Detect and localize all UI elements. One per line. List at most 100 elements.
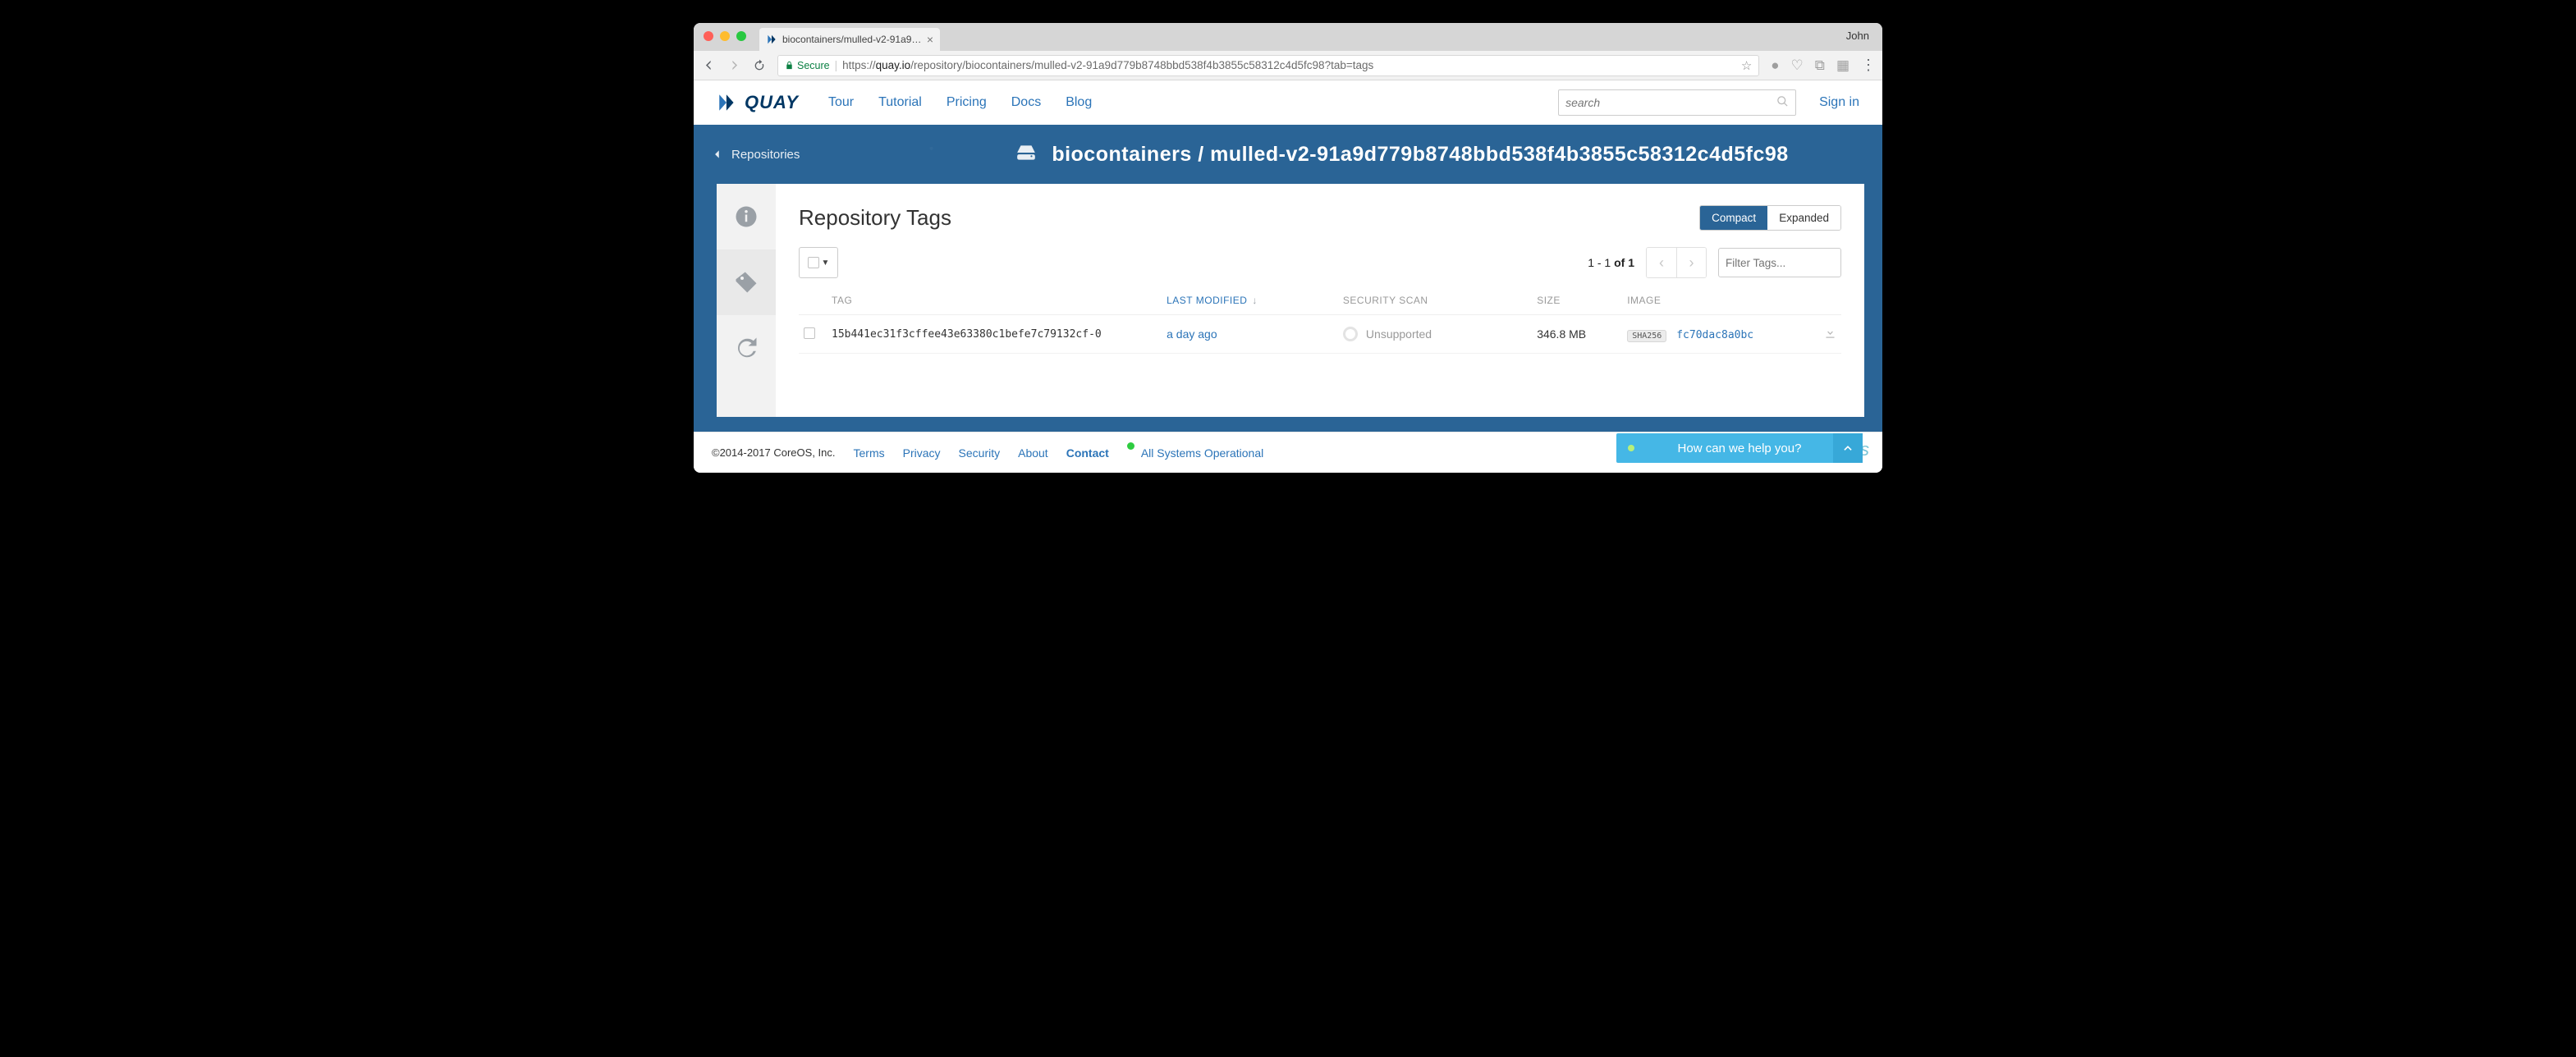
nav-links: Tour Tutorial Pricing Docs Blog [828,95,1092,110]
quay-logo[interactable]: QUAY [717,92,799,113]
tag-modified: a day ago [1167,327,1343,341]
table-row: 15b441ec31f3cffee43e63380c1befe7c79132cf… [799,315,1841,354]
minimize-window-button[interactable] [720,31,730,41]
tag-scan: Unsupported [1343,327,1537,341]
tag-size: 346.8 MB [1537,327,1627,341]
extension-box-icon[interactable]: ⧉ [1815,57,1825,74]
sha-label: SHA256 [1627,330,1666,342]
site-header: QUAY Tour Tutorial Pricing Docs Blog Sig… [694,80,1882,125]
view-expanded-button[interactable]: Expanded [1767,206,1840,230]
col-last-modified[interactable]: LAST MODIFIED↓ [1167,295,1343,306]
tab-info[interactable] [717,184,776,249]
col-image[interactable]: IMAGE [1627,295,1804,306]
org-name[interactable]: biocontainers [1052,143,1191,166]
copyright: ©2014-2017 CoreOS, Inc. [712,446,836,459]
extension-dot-icon[interactable]: ● [1771,57,1779,74]
search-input[interactable] [1565,96,1776,109]
footer-link-terms[interactable]: Terms [854,446,885,460]
page-content: QUAY Tour Tutorial Pricing Docs Blog Sig… [694,80,1882,473]
row-checkbox[interactable] [804,327,815,339]
prev-page-button: ‹ [1647,248,1676,277]
secure-label: Secure [797,60,830,71]
reload-button[interactable] [753,59,766,72]
status-dot-icon [1127,442,1134,450]
close-window-button[interactable] [704,31,713,41]
select-all-dropdown[interactable]: ▼ [799,247,838,278]
view-toggle: Compact Expanded [1699,205,1841,231]
tab-title: biocontainers/mulled-v2-91a9… [782,34,922,45]
footer-links: Terms Privacy Security About Contact [854,446,1109,460]
brand-text: QUAY [745,92,799,113]
nav-link-pricing[interactable]: Pricing [947,95,987,110]
site-search[interactable] [1558,89,1796,116]
secure-indicator: Secure [785,60,830,71]
tag-image: SHA256 fc70dac8a0bc [1627,327,1804,341]
status-text: All Systems Operational [1141,446,1263,460]
pagination-label: 1 - 1 of 1 [1588,256,1634,269]
tab-history[interactable] [717,315,776,381]
nav-link-docs[interactable]: Docs [1011,95,1041,110]
search-icon[interactable] [1776,95,1789,111]
close-tab-icon[interactable]: × [927,34,933,45]
bookmark-star-icon[interactable]: ☆ [1741,58,1752,73]
sort-desc-icon: ↓ [1252,295,1258,306]
filter-tags[interactable] [1718,248,1841,277]
extension-heart-icon[interactable]: ♡ [1791,57,1804,74]
browser-window: biocontainers/mulled-v2-91a9… × John Sec… [694,23,1882,473]
browser-tabbar: biocontainers/mulled-v2-91a9… × John [694,23,1882,51]
checkbox-icon [808,257,819,268]
back-to-repositories[interactable]: Repositories [708,148,938,162]
help-widget[interactable]: How can we help you? [1616,433,1863,463]
body-area: Repository Tags Compact Expanded ▼ 1 - 1 [694,184,1882,432]
panel-title: Repository Tags [799,205,951,231]
image-digest-link[interactable]: fc70dac8a0bc [1676,329,1753,341]
repo-breadcrumb: biocontainers / mulled-v2-91a9d779b8748b… [1052,143,1788,167]
forward-button [727,58,741,72]
col-size[interactable]: SIZE [1537,295,1627,306]
extension-icons: ● ♡ ⧉ ▦ ⋮ [1771,57,1874,74]
next-page-button: › [1676,248,1706,277]
system-status[interactable]: All Systems Operational [1127,446,1263,460]
filter-tags-input[interactable] [1726,249,1834,277]
repo-hero: Repositories biocontainers / mulled-v2-9… [694,125,1882,184]
view-compact-button[interactable]: Compact [1700,206,1767,230]
tab-tags[interactable] [717,249,776,315]
col-tag[interactable]: TAG [832,295,1167,306]
footer-link-security[interactable]: Security [959,446,1001,460]
nav-link-blog[interactable]: Blog [1066,95,1092,110]
quay-favicon-icon [766,34,777,45]
extension-square-icon[interactable]: ▦ [1836,57,1849,74]
sign-in-link[interactable]: Sign in [1819,95,1859,110]
address-bar[interactable]: Secure | https://quay.io/repository/bioc… [777,55,1759,76]
footer-link-about[interactable]: About [1018,446,1048,460]
col-security-scan[interactable]: SECURITY SCAN [1343,295,1537,306]
browser-tab[interactable]: biocontainers/mulled-v2-91a9… × [759,28,940,51]
profile-label[interactable]: John [1846,30,1869,42]
nav-link-tutorial[interactable]: Tutorial [878,95,922,110]
harddrive-icon [1015,142,1037,167]
back-button[interactable] [702,58,716,72]
side-tabs [717,184,776,417]
site-footer: ©2014-2017 CoreOS, Inc. Terms Privacy Se… [694,432,1882,473]
repo-name[interactable]: mulled-v2-91a9d779b8748bbd538f4b3855c583… [1210,143,1789,166]
footer-link-privacy[interactable]: Privacy [903,446,941,460]
browser-toolbar: Secure | https://quay.io/repository/bioc… [694,51,1882,80]
back-label: Repositories [731,148,800,162]
tags-panel: Repository Tags Compact Expanded ▼ 1 - 1 [776,184,1864,417]
download-icon[interactable] [1824,328,1836,341]
chevron-up-icon[interactable] [1833,433,1863,463]
scan-status-icon [1343,327,1358,341]
maximize-window-button[interactable] [736,31,746,41]
table-header: TAG LAST MODIFIED↓ SECURITY SCAN SIZE IM… [799,295,1841,315]
caret-down-icon: ▼ [822,259,830,268]
presence-dot-icon [1628,445,1634,451]
help-text: How can we help you? [1646,442,1833,455]
browser-menu-icon[interactable]: ⋮ [1861,57,1874,74]
tag-name[interactable]: 15b441ec31f3cffee43e63380c1befe7c79132cf… [832,328,1167,341]
pager: ‹ › [1646,247,1707,278]
footer-link-contact[interactable]: Contact [1066,446,1109,460]
tags-toolbar: ▼ 1 - 1 of 1 ‹ › [799,247,1841,278]
window-controls [704,31,746,41]
nav-link-tour[interactable]: Tour [828,95,854,110]
url-text: https://quay.io/repository/biocontainers… [842,59,1373,71]
